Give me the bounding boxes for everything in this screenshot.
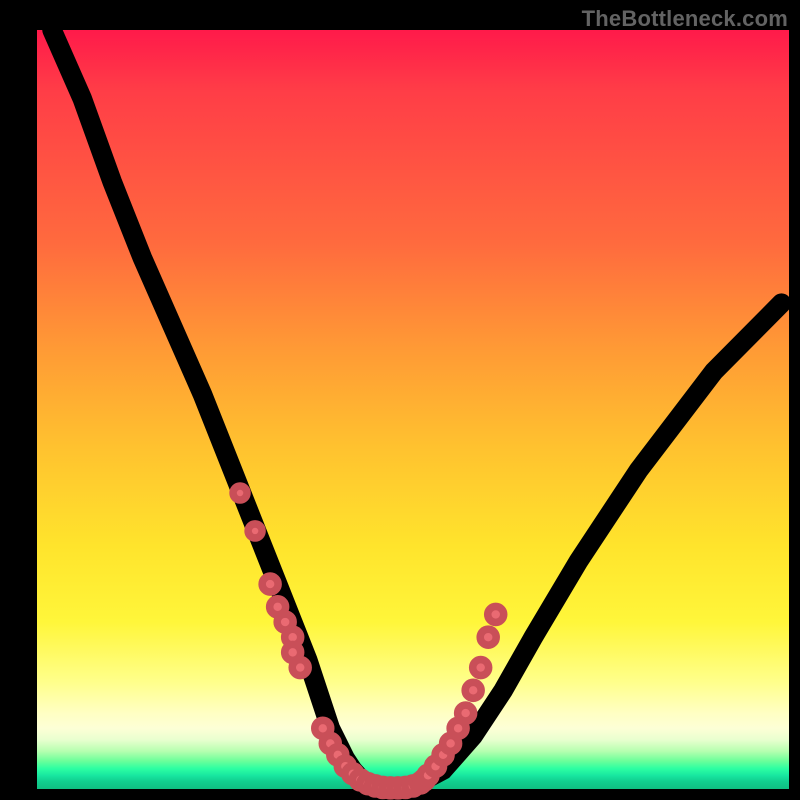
- data-point: [488, 606, 504, 622]
- chart-frame: TheBottleneck.com: [0, 0, 800, 800]
- bottleneck-curve: [52, 30, 781, 788]
- data-point: [465, 682, 481, 698]
- data-point: [480, 629, 496, 645]
- watermark-text: TheBottleneck.com: [582, 6, 788, 32]
- data-point: [248, 524, 262, 538]
- data-point: [473, 660, 489, 676]
- data-point: [233, 486, 247, 500]
- chart-svg: [37, 30, 789, 789]
- data-point: [458, 705, 474, 721]
- data-point: [262, 576, 278, 592]
- plot-area: [37, 30, 789, 789]
- data-point: [292, 660, 308, 676]
